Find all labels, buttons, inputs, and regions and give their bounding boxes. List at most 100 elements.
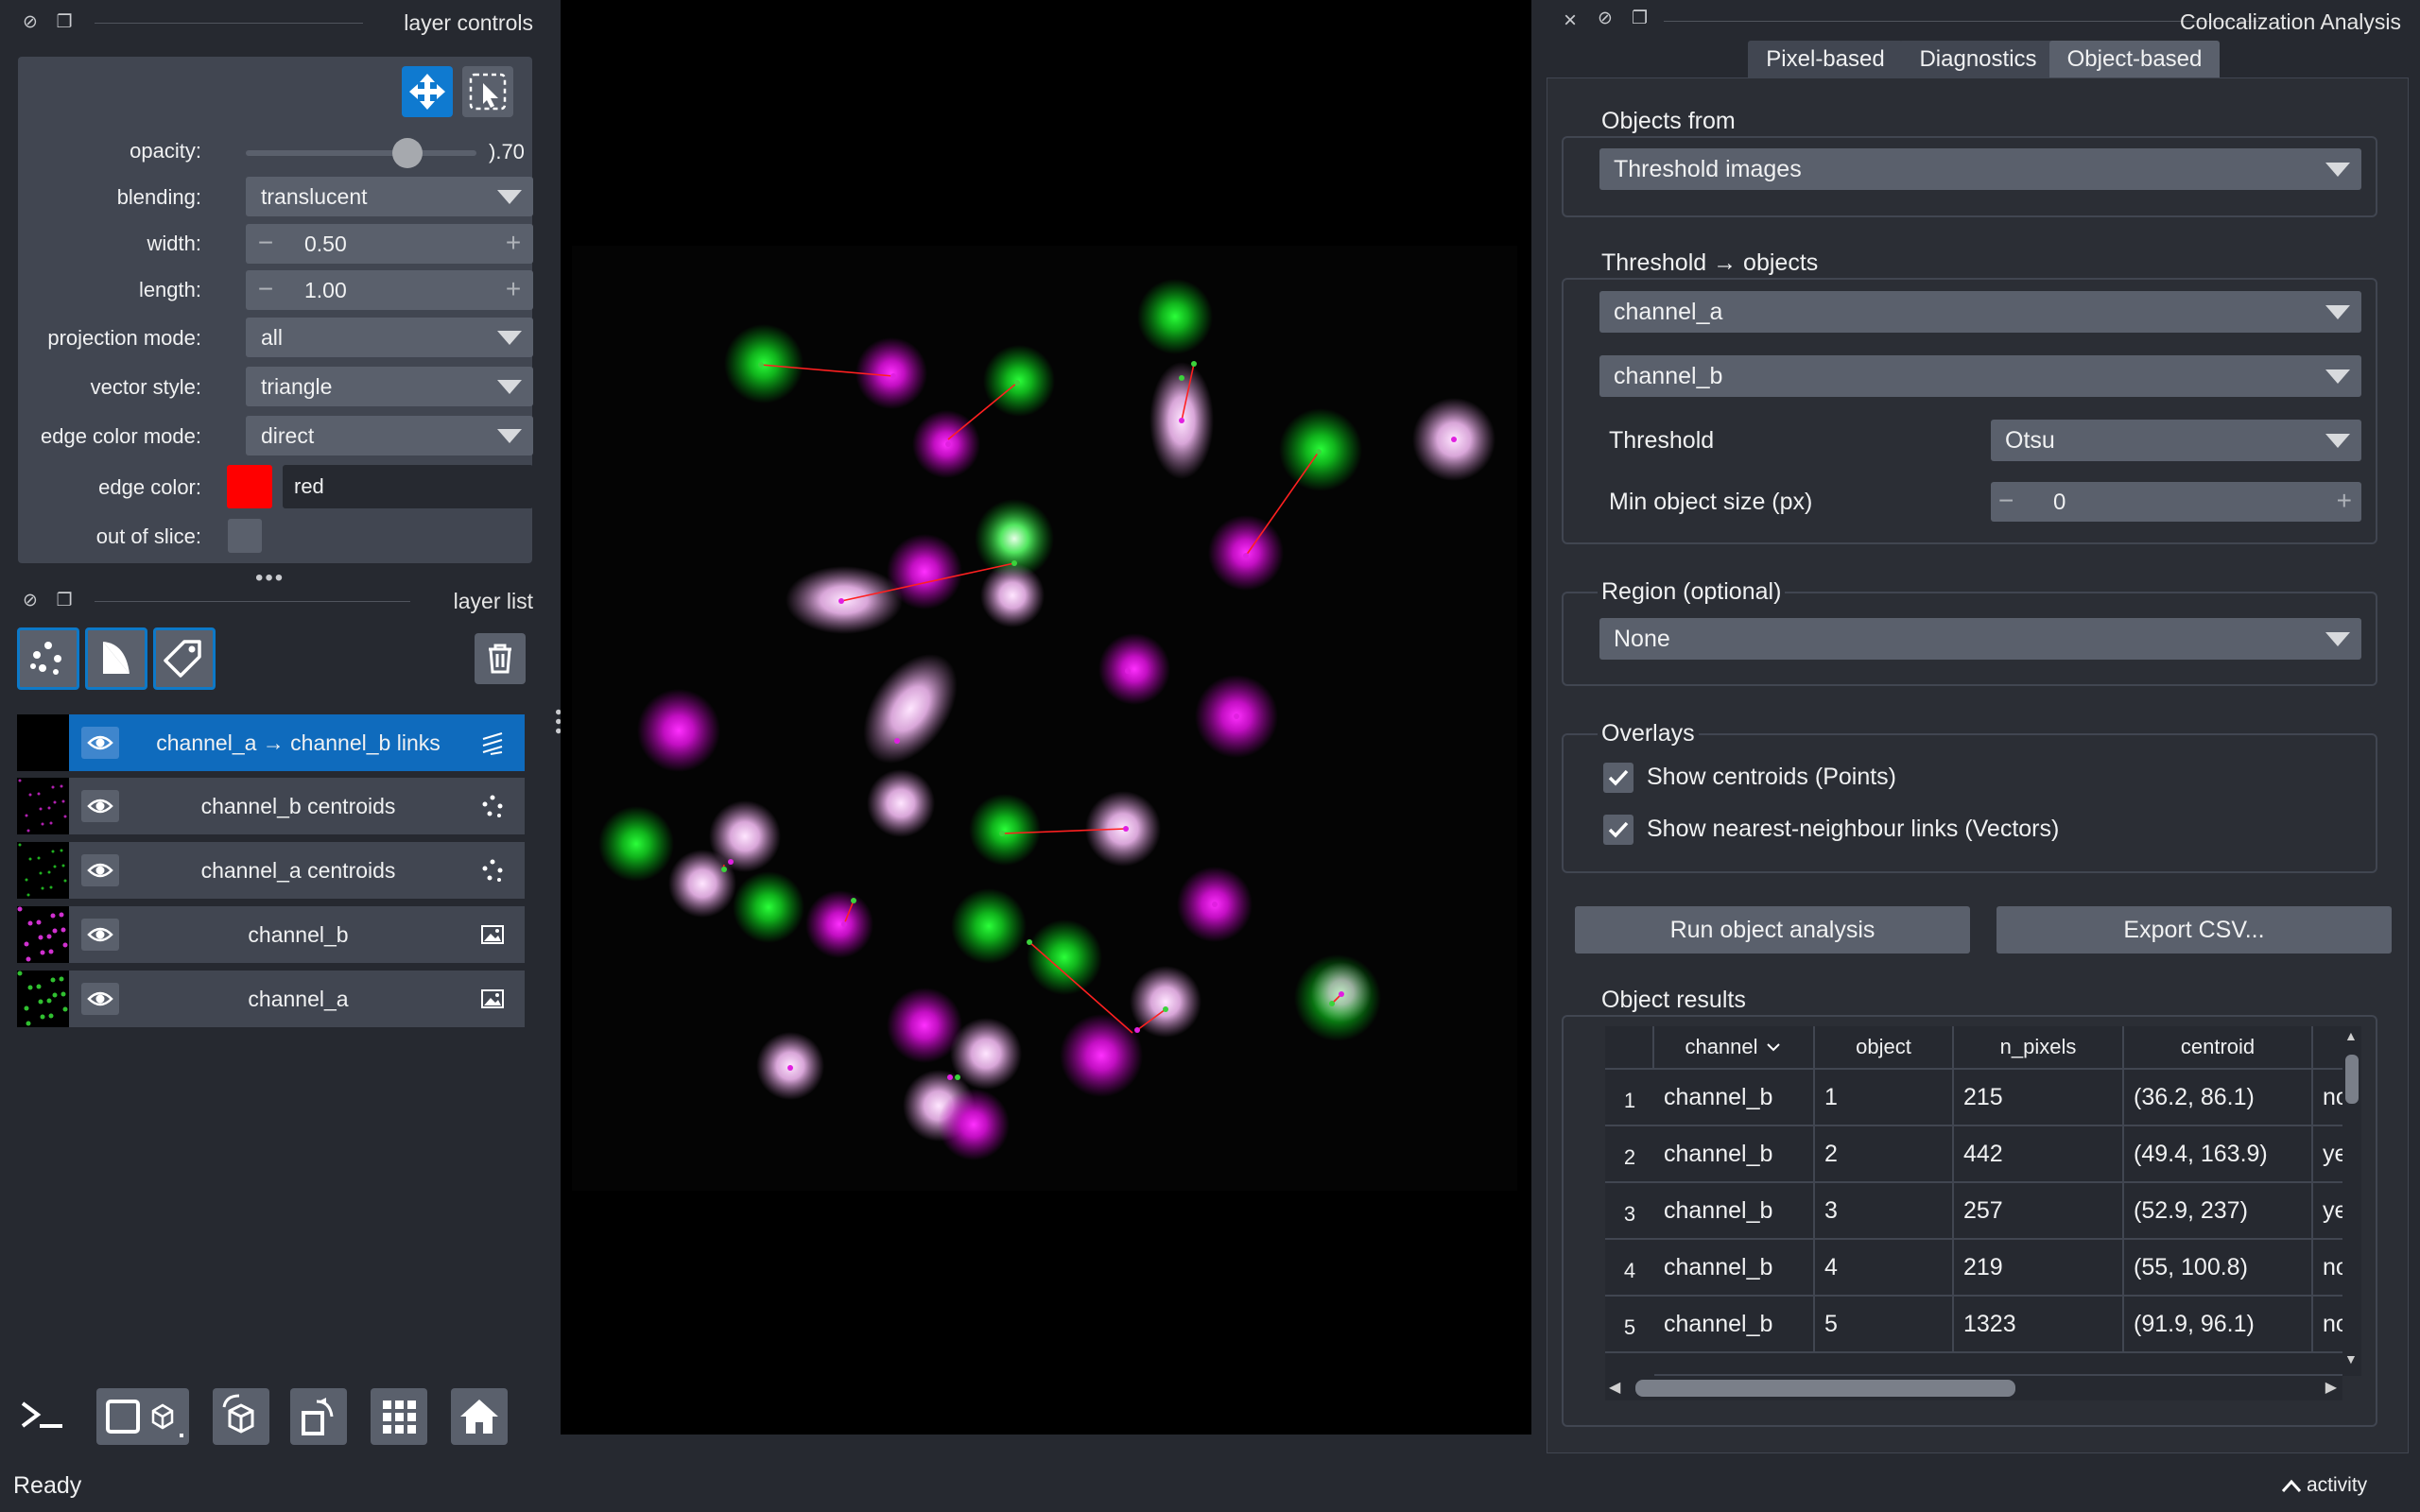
vertical-scroll-thumb[interactable]: [2345, 1055, 2359, 1104]
grid-view-button[interactable]: [371, 1388, 427, 1445]
hide-dock-icon[interactable]: ⊘: [19, 590, 42, 612]
float-dock-icon[interactable]: ❐: [53, 590, 76, 612]
scroll-down-icon[interactable]: ▼: [2344, 1351, 2358, 1366]
visibility-toggle[interactable]: [81, 727, 119, 759]
table-cell-object[interactable]: 2: [1815, 1126, 1954, 1183]
vertical-scrollbar[interactable]: ▲ ▼: [2342, 1026, 2361, 1376]
edge-color-swatch[interactable]: [227, 465, 272, 508]
viewer-canvas[interactable]: [561, 0, 1531, 1435]
table-cell-centroid[interactable]: (55, 100.8): [2124, 1240, 2313, 1297]
table-cell-channel[interactable]: channel_b: [1654, 1240, 1815, 1297]
table-cell-object[interactable]: 4: [1815, 1240, 1954, 1297]
table-cell-c[interactable]: no: [2313, 1297, 2343, 1353]
edge-color-mode-select[interactable]: direct: [246, 416, 533, 455]
table-cell-channel[interactable]: channel_b: [1654, 1126, 1815, 1183]
threshold-method-select[interactable]: Otsu: [1991, 420, 2361, 461]
plus-icon[interactable]: +: [501, 230, 526, 256]
tab-object-based[interactable]: Object-based: [2049, 41, 2220, 77]
projection-mode-select[interactable]: all: [246, 318, 533, 357]
float-dock-icon[interactable]: ❐: [53, 11, 76, 34]
roll-dimensions-button[interactable]: [213, 1388, 269, 1445]
layer-item[interactable]: channel_a: [17, 971, 525, 1027]
visibility-toggle[interactable]: [81, 790, 119, 822]
tab-pixel-based[interactable]: Pixel-based: [1748, 41, 1903, 77]
table-cell-centroid[interactable]: (49.4, 163.9): [2124, 1126, 2313, 1183]
plus-icon[interactable]: +: [2337, 486, 2352, 516]
table-cell-c[interactable]: no: [2313, 1070, 2343, 1126]
show-links-label[interactable]: Show nearest-neighbour links (Vectors): [1647, 816, 2059, 843]
layer-item[interactable]: channel_b: [17, 906, 525, 963]
table-cell-c[interactable]: yes: [2313, 1183, 2343, 1240]
table-cell-object[interactable]: 1: [1815, 1070, 1954, 1126]
table-cell-centroid[interactable]: (91.9, 96.1): [2124, 1297, 2313, 1353]
results-table[interactable]: channelobjectn_pixelscentroidc1channel_b…: [1605, 1026, 2343, 1376]
row-header[interactable]: 4: [1605, 1240, 1654, 1297]
delete-layer-button[interactable]: [475, 633, 526, 684]
close-icon[interactable]: ×: [1564, 8, 1577, 34]
tab-diagnostics[interactable]: Diagnostics: [1899, 41, 2057, 77]
image-scene[interactable]: [561, 0, 1531, 1435]
row-header[interactable]: 2: [1605, 1126, 1654, 1183]
table-cell-n-pixels[interactable]: 257: [1954, 1183, 2124, 1240]
plus-icon[interactable]: +: [501, 276, 526, 302]
new-points-layer-button[interactable]: [17, 627, 79, 690]
column-header[interactable]: c: [2313, 1026, 2343, 1070]
run-object-analysis-button[interactable]: Run object analysis: [1575, 906, 1970, 954]
scroll-up-icon[interactable]: ▲: [2344, 1028, 2358, 1043]
row-header[interactable]: 3: [1605, 1183, 1654, 1240]
layer-item[interactable]: channel_b centroids: [17, 778, 525, 834]
row-header[interactable]: 5: [1605, 1297, 1654, 1353]
pan-zoom-button[interactable]: [402, 66, 453, 117]
show-centroids-label[interactable]: Show centroids (Points): [1647, 764, 1896, 791]
table-cell-channel[interactable]: channel_b: [1654, 1070, 1815, 1126]
layer-item[interactable]: channel_a → channel_b links: [17, 714, 525, 771]
activity-button[interactable]: activity: [2280, 1474, 2367, 1497]
column-header[interactable]: object: [1815, 1026, 1954, 1070]
toggle-ndisplay-button[interactable]: [96, 1388, 189, 1445]
table-cell-n-pixels[interactable]: 215: [1954, 1070, 2124, 1126]
hide-dock-icon[interactable]: ⊘: [1598, 8, 1613, 29]
column-header[interactable]: channel: [1654, 1026, 1815, 1070]
visibility-toggle[interactable]: [81, 919, 119, 951]
console-button[interactable]: [15, 1388, 72, 1445]
length-spinbox[interactable]: − 1.00 +: [246, 270, 533, 310]
export-csv-button[interactable]: Export CSV...: [1996, 906, 2392, 954]
table-cell-channel[interactable]: channel_b: [1654, 1183, 1815, 1240]
vector-style-select[interactable]: triangle: [246, 367, 533, 406]
region-select[interactable]: None: [1599, 618, 2361, 660]
table-cell-c[interactable]: yes: [2313, 1126, 2343, 1183]
show-centroids-checkbox[interactable]: [1603, 763, 1634, 793]
column-header[interactable]: n_pixels: [1954, 1026, 2124, 1070]
opacity-slider-handle[interactable]: [391, 138, 423, 168]
objects-from-select[interactable]: Threshold images: [1599, 148, 2361, 190]
horizontal-scroll-thumb[interactable]: [1635, 1380, 2015, 1397]
table-cell-centroid[interactable]: (36.2, 86.1): [2124, 1070, 2313, 1126]
new-shapes-layer-button[interactable]: [85, 627, 147, 690]
scroll-left-icon[interactable]: ◀: [1609, 1378, 1620, 1397]
table-cell-object[interactable]: 5: [1815, 1297, 1954, 1353]
float-dock-icon[interactable]: ❐: [1632, 8, 1648, 29]
minus-icon[interactable]: −: [253, 276, 278, 302]
show-links-checkbox[interactable]: [1603, 815, 1634, 845]
table-cell-channel[interactable]: channel_b: [1654, 1297, 1815, 1353]
blending-select[interactable]: translucent: [246, 177, 533, 216]
table-cell-n-pixels[interactable]: 442: [1954, 1126, 2124, 1183]
edge-color-input[interactable]: red: [283, 465, 533, 508]
home-button[interactable]: [451, 1388, 508, 1445]
width-spinbox[interactable]: − 0.50 +: [246, 224, 533, 264]
opacity-slider-track[interactable]: [246, 150, 476, 156]
out-of-slice-checkbox[interactable]: [228, 519, 262, 553]
table-cell-n-pixels[interactable]: 219: [1954, 1240, 2124, 1297]
min-object-size-spinbox[interactable]: − 0 +: [1991, 482, 2361, 522]
visibility-toggle[interactable]: [81, 854, 119, 886]
visibility-toggle[interactable]: [81, 983, 119, 1015]
horizontal-scrollbar[interactable]: ◀ ▶: [1605, 1376, 2342, 1400]
minus-icon[interactable]: −: [253, 230, 278, 256]
minus-icon[interactable]: −: [1998, 486, 2014, 516]
channel-a-select[interactable]: channel_a: [1599, 291, 2361, 333]
table-cell-n-pixels[interactable]: 1323: [1954, 1297, 2124, 1353]
transpose-button[interactable]: [290, 1388, 347, 1445]
table-cell-object[interactable]: 3: [1815, 1183, 1954, 1240]
row-header[interactable]: 1: [1605, 1070, 1654, 1126]
table-cell-c[interactable]: no: [2313, 1240, 2343, 1297]
